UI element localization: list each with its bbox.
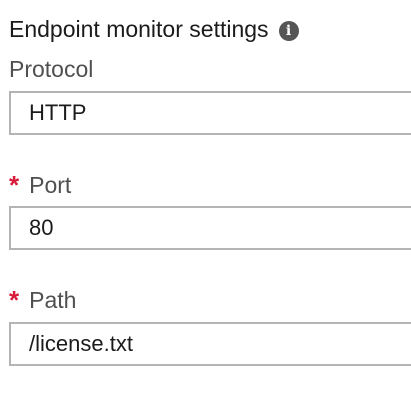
port-required-marker: * [9,170,20,200]
info-icon[interactable]: i [278,20,299,41]
protocol-label: Protocol [9,54,93,84]
port-label: * Port [9,170,71,200]
path-label-text: Path [29,287,77,313]
protocol-label-text: Protocol [9,56,94,82]
port-value: 80 [29,215,54,240]
path-required-marker: * [9,285,20,315]
protocol-value: HTTP [29,100,87,125]
port-field[interactable]: 80 [9,206,411,250]
path-label: * Path [9,285,76,315]
port-label-text: Port [29,172,72,198]
section-title-text: Endpoint monitor settings [9,16,269,42]
section-title: Endpoint monitor settings i [9,14,299,44]
path-value: /license.txt [29,331,133,356]
path-field[interactable]: /license.txt [9,322,411,366]
protocol-field[interactable]: HTTP [9,91,411,135]
